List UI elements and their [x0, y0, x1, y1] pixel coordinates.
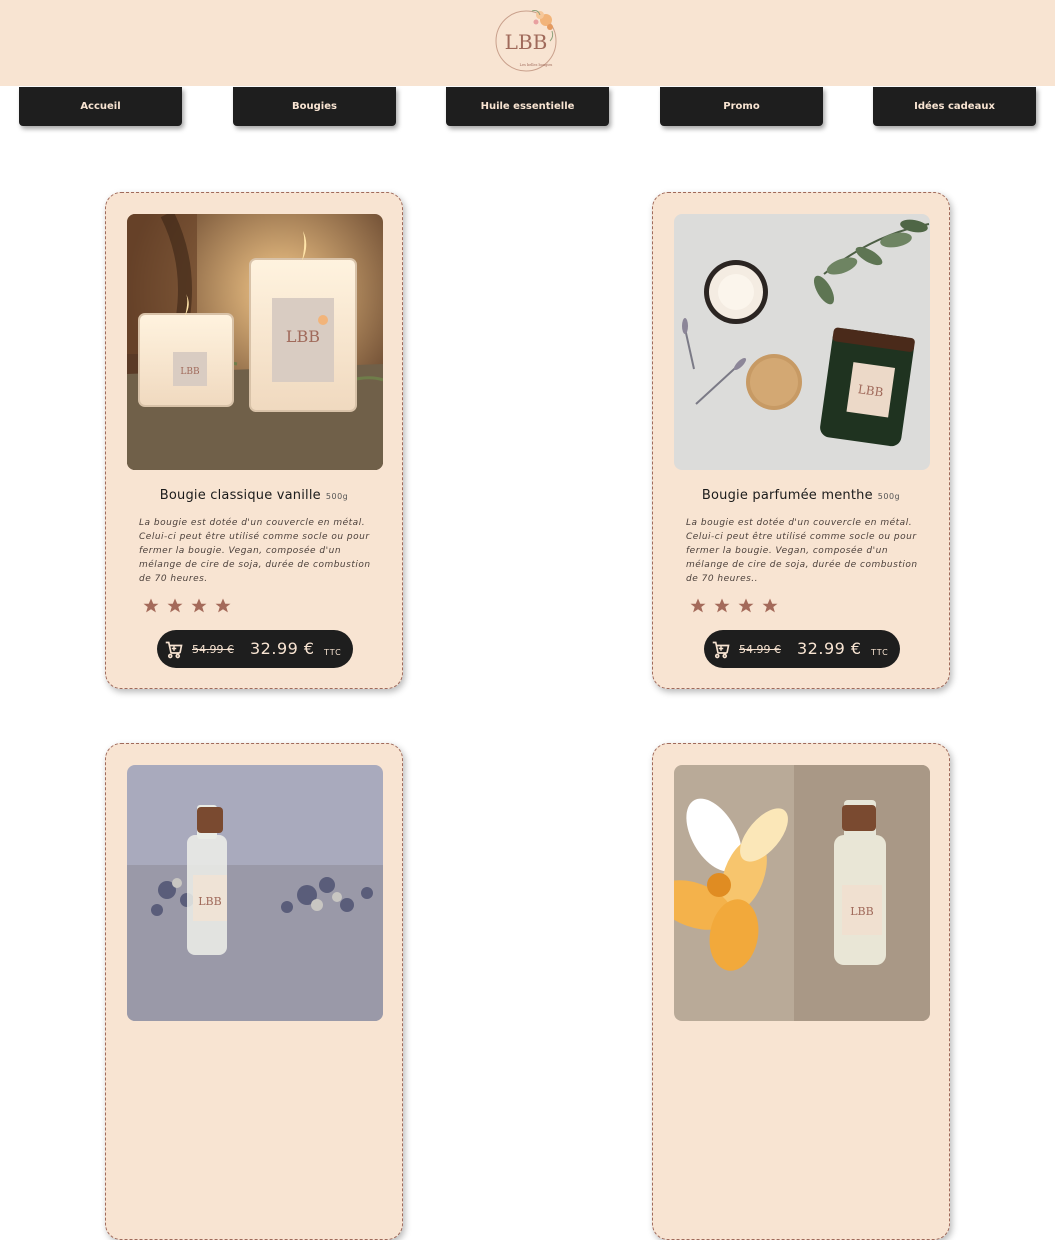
current-price: 32.99 €: [797, 639, 862, 658]
nav-bougies[interactable]: Bougies: [233, 87, 396, 126]
svg-text:LBB: LBB: [286, 327, 320, 346]
old-price: 54.99 €: [739, 643, 781, 656]
logo-subtitle: Les belles bougies: [520, 63, 553, 67]
shopping-cart-icon: [165, 641, 183, 659]
current-price: 32.99 €: [250, 639, 315, 658]
product-weight: 500g: [877, 492, 901, 501]
product-card[interactable]: LBB LBB Bougie classique vanille 500g La …: [105, 192, 403, 689]
product-rating: [689, 597, 779, 617]
star-icon: [143, 598, 159, 613]
star-icon: [167, 598, 183, 613]
nav-promo[interactable]: Promo: [660, 87, 823, 126]
tax-label: TTC: [324, 648, 342, 657]
svg-text:LBB: LBB: [850, 905, 873, 918]
nav-huile-essentielle[interactable]: Huile essentielle: [446, 87, 609, 126]
product-title: Bougie classique vanille 500g: [106, 488, 402, 503]
product-rating: [142, 597, 232, 617]
product-name: Bougie classique vanille: [159, 488, 321, 503]
nav-accueil[interactable]: Accueil: [19, 87, 182, 126]
product-card[interactable]: LBB: [105, 743, 403, 1240]
svg-text:LBB: LBB: [180, 367, 200, 377]
product-title: Bougie parfumée menthe 500g: [653, 488, 949, 503]
product-card[interactable]: LBB Bougie parfumée menthe 500g La bougie…: [652, 192, 950, 689]
old-price: 54.99 €: [192, 643, 234, 656]
product-description: La bougie est dotée d'un couvercle en mé…: [686, 518, 918, 584]
add-to-cart-button[interactable]: 54.99 € 32.99 € TTC: [157, 630, 353, 668]
add-to-cart-button[interactable]: 54.99 € 32.99 € TTC: [704, 630, 900, 668]
svg-text:LBB: LBB: [198, 895, 221, 908]
brand-logo[interactable]: LBB Les belles bougies: [492, 5, 560, 73]
product-image-mint-candle[interactable]: LBB: [674, 214, 930, 470]
product-card[interactable]: LBB: [652, 743, 950, 1240]
tax-label: TTC: [871, 648, 889, 657]
product-image-essential-oil-lavender[interactable]: LBB: [127, 765, 383, 1021]
star-icon: [690, 598, 706, 613]
shopping-cart-icon: [712, 641, 730, 659]
star-icon: [738, 598, 754, 613]
product-name: Bougie parfumée menthe: [701, 488, 873, 503]
product-image-vanilla-candles[interactable]: LBB LBB: [127, 214, 383, 470]
site-header: LBB Les belles bougies: [0, 0, 1055, 86]
nav-idees-cadeaux[interactable]: Idées cadeaux: [873, 87, 1036, 126]
product-image-essential-oil-flower[interactable]: LBB: [674, 765, 930, 1021]
star-icon: [215, 598, 231, 613]
star-icon: [191, 598, 207, 613]
star-icon: [714, 598, 730, 613]
product-description: La bougie est dotée d'un couvercle en mé…: [139, 518, 371, 584]
star-icon: [762, 598, 778, 613]
logo-text: LBB: [505, 30, 548, 54]
product-weight: 500g: [325, 492, 349, 501]
